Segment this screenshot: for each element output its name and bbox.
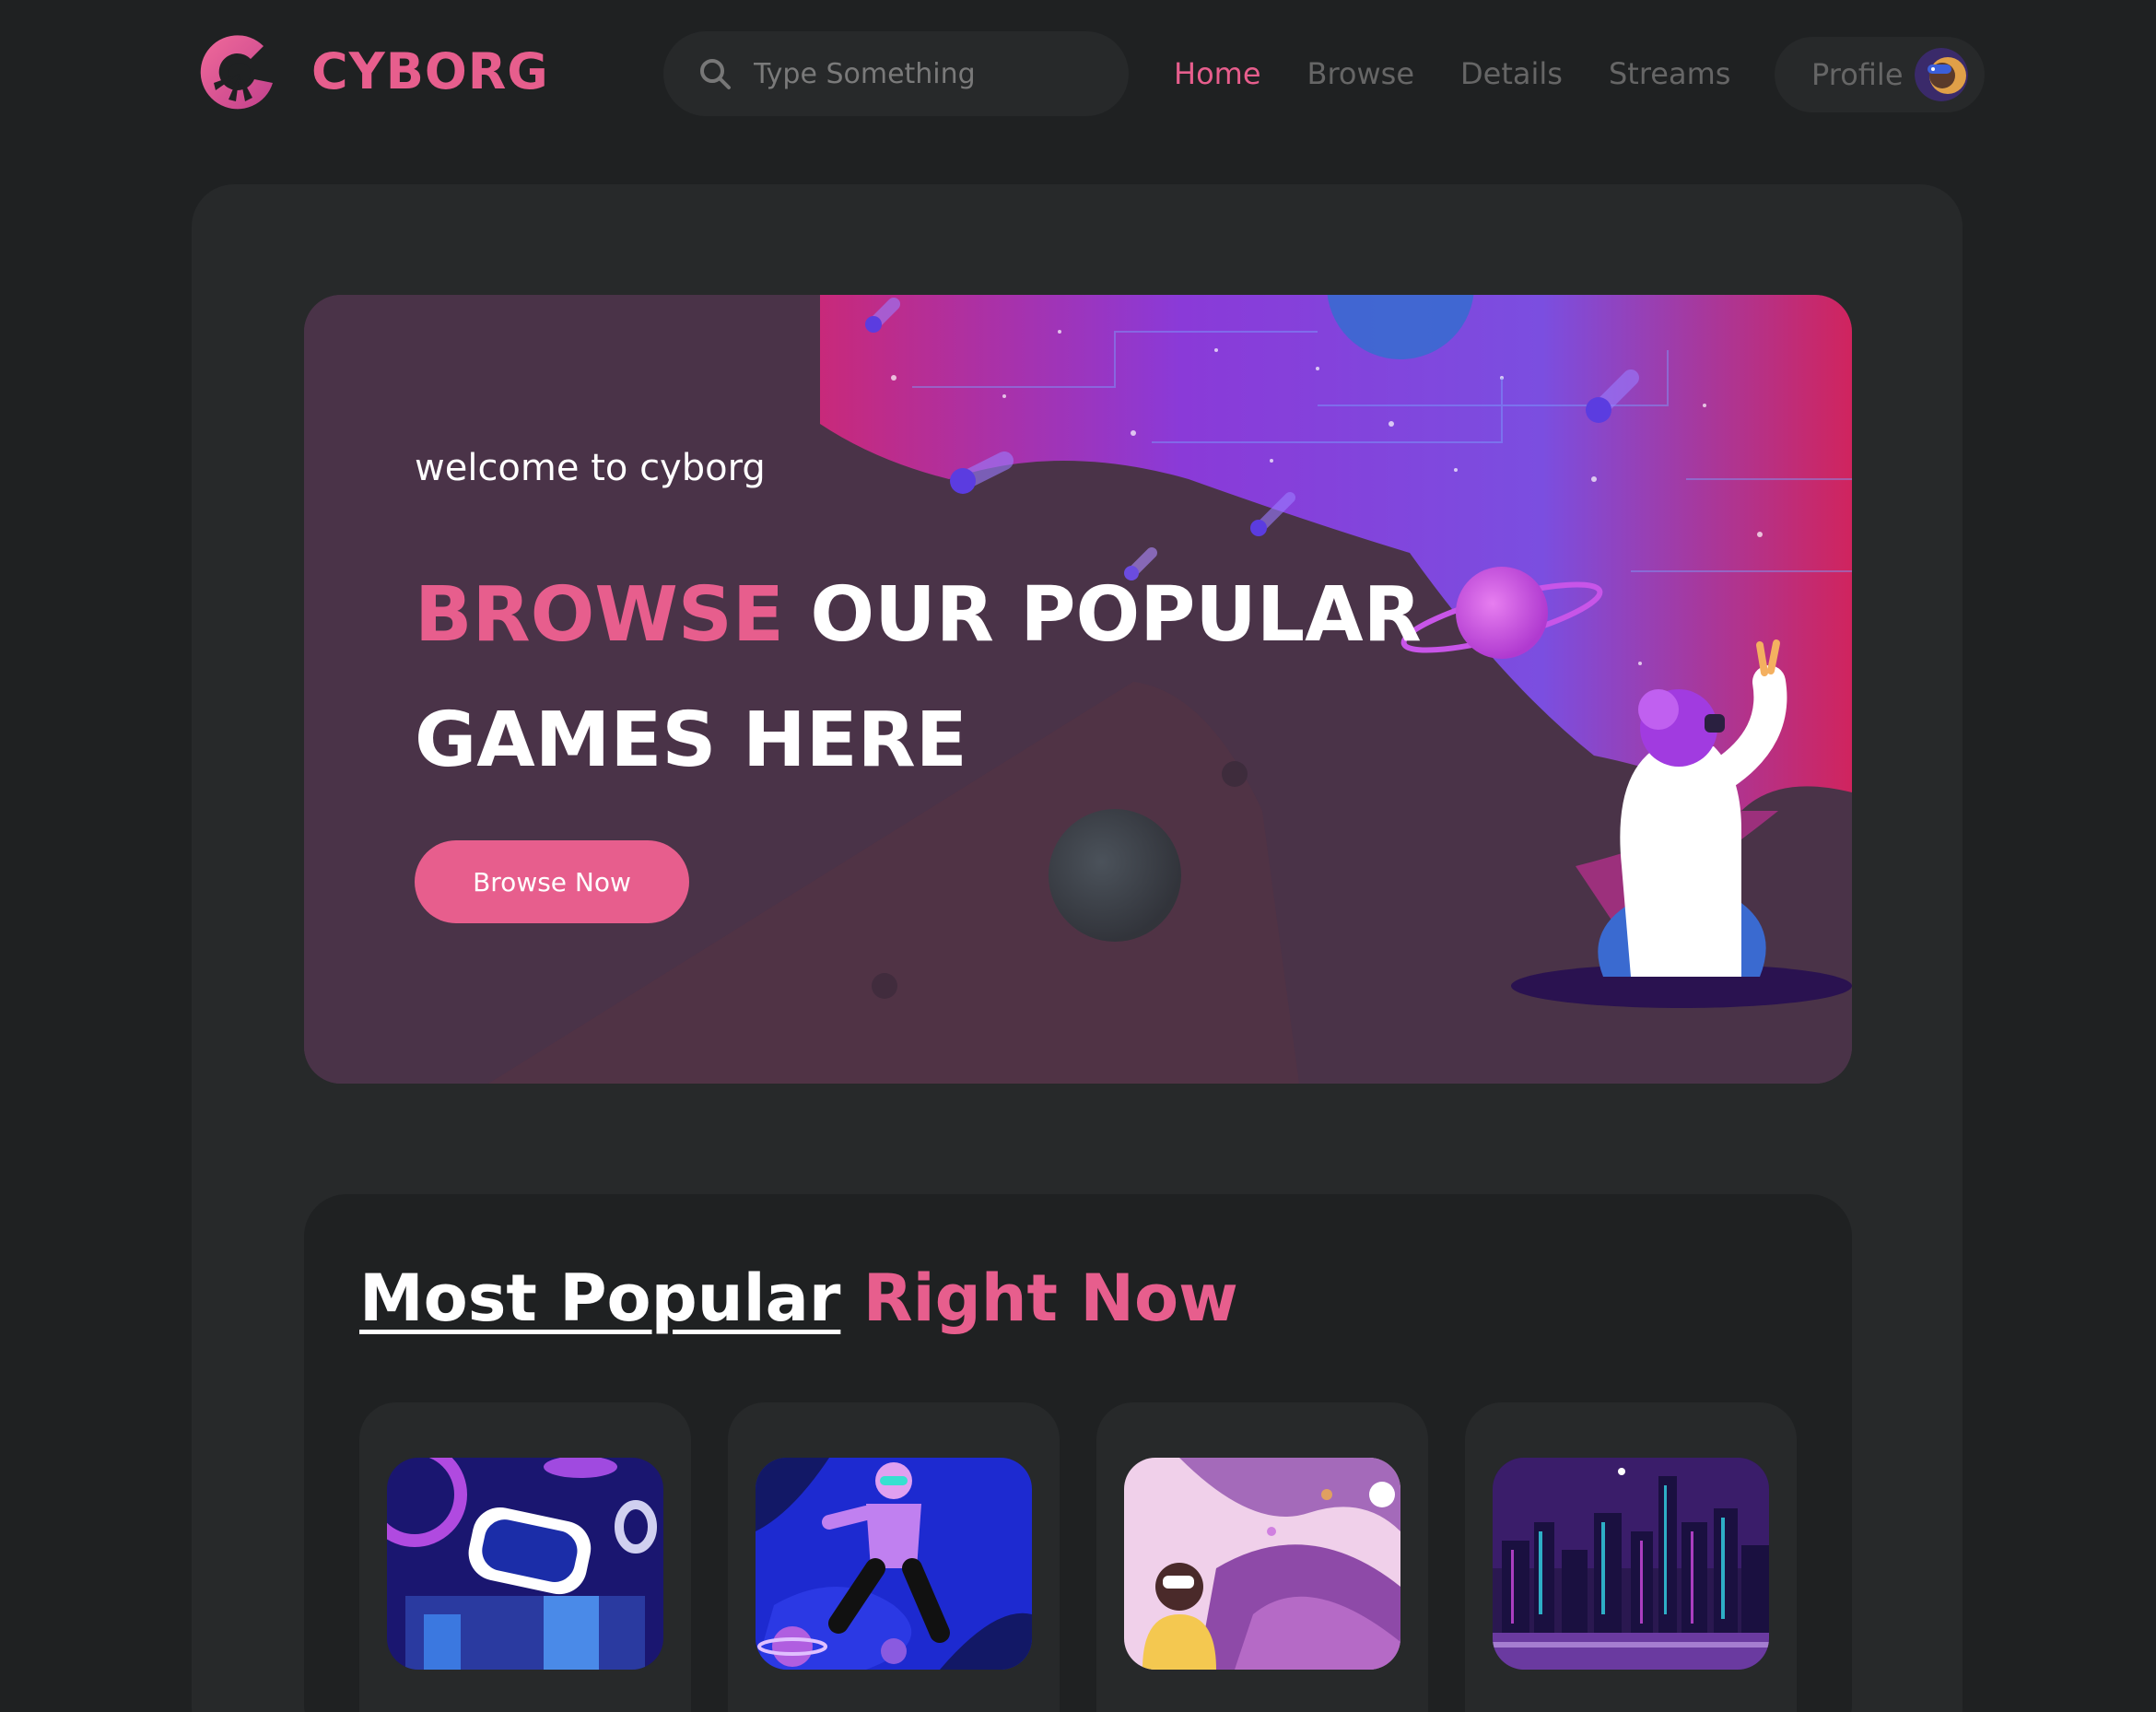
search-bar[interactable] <box>663 31 1129 116</box>
night-city-thumbnail <box>1493 1458 1769 1670</box>
game-card[interactable] <box>1465 1402 1797 1712</box>
logo-text: CYBORG <box>311 42 549 100</box>
search-input[interactable] <box>754 57 1104 90</box>
game-thumbnail <box>756 1458 1032 1670</box>
hero-banner: welcome to cyborg BROWSE OUR POPULAR GAM… <box>304 295 1852 1084</box>
vr-headset-thumbnail <box>387 1458 663 1670</box>
floating-astronaut-thumbnail <box>756 1458 1032 1670</box>
browse-now-button[interactable]: Browse Now <box>415 840 689 923</box>
nav-details[interactable]: Details <box>1460 46 1563 101</box>
search-icon <box>700 59 731 89</box>
main-nav: Home Browse Details Streams <box>1174 46 1776 101</box>
game-card[interactable] <box>359 1402 691 1712</box>
profile-label: Profile <box>1811 57 1904 92</box>
vr-girl-thumbnail <box>1124 1458 1400 1670</box>
game-card[interactable] <box>728 1402 1060 1712</box>
game-thumbnail <box>1124 1458 1400 1670</box>
nav-browse[interactable]: Browse <box>1307 46 1415 101</box>
section-title-accent: Right Now <box>862 1261 1238 1336</box>
banner-subtitle: welcome to cyborg <box>415 447 766 489</box>
top-header: CYBORG Home Browse Details Streams Profi… <box>0 0 2156 152</box>
logo-icon <box>200 35 273 110</box>
section-title: Most Popular Right Now <box>359 1261 1238 1336</box>
nav-home[interactable]: Home <box>1174 46 1261 101</box>
game-card[interactable] <box>1096 1402 1428 1712</box>
banner-title-line2: GAMES HERE <box>415 697 967 784</box>
nav-streams[interactable]: Streams <box>1609 46 1730 101</box>
banner-title: BROWSE OUR POPULAR GAMES HERE <box>415 553 1520 803</box>
banner-title-line1: OUR POPULAR <box>783 571 1422 659</box>
profile-button[interactable]: Profile <box>1775 37 1985 112</box>
game-thumbnail <box>387 1458 663 1670</box>
section-title-underlined: Most Popular <box>359 1261 841 1336</box>
most-popular-section: Most Popular Right Now <box>304 1194 1852 1712</box>
game-thumbnail <box>1493 1458 1769 1670</box>
avatar <box>1914 48 1968 101</box>
game-card-list <box>359 1402 1834 1712</box>
logo[interactable]: CYBORG <box>192 26 549 118</box>
banner-title-accent: BROWSE <box>415 571 784 659</box>
